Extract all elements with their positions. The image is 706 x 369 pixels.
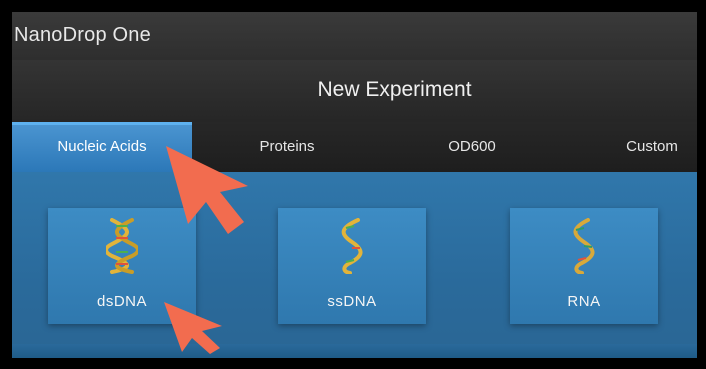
app-title: NanoDrop One: [14, 24, 151, 46]
annotation-arrow-icon: [164, 302, 222, 354]
double-helix-icon: [106, 218, 138, 274]
experiment-grid: dsDNA ssDNA RNA: [12, 172, 697, 358]
device-screen: NanoDrop One New Experiment Nucleic Acid…: [12, 12, 697, 358]
tab-bar: Nucleic Acids Proteins OD600 Custom: [12, 122, 697, 172]
tile-ssdna[interactable]: ssDNA: [278, 208, 426, 324]
tile-rna[interactable]: RNA: [510, 208, 658, 324]
tile-label-rna: RNA: [567, 293, 601, 310]
tile-label-ssdna: ssDNA: [327, 293, 377, 310]
page-header: New Experiment: [12, 60, 697, 122]
page-title: New Experiment: [317, 78, 472, 101]
tab-od600[interactable]: OD600: [412, 122, 532, 172]
single-strand-helix-icon: [341, 218, 363, 274]
status-bar: NanoDrop One: [12, 12, 697, 60]
next-row-hint: [12, 344, 697, 358]
rna-helix-icon: [573, 218, 595, 274]
annotation-arrow-icon: [166, 146, 248, 234]
tab-custom[interactable]: Custom: [607, 122, 697, 172]
